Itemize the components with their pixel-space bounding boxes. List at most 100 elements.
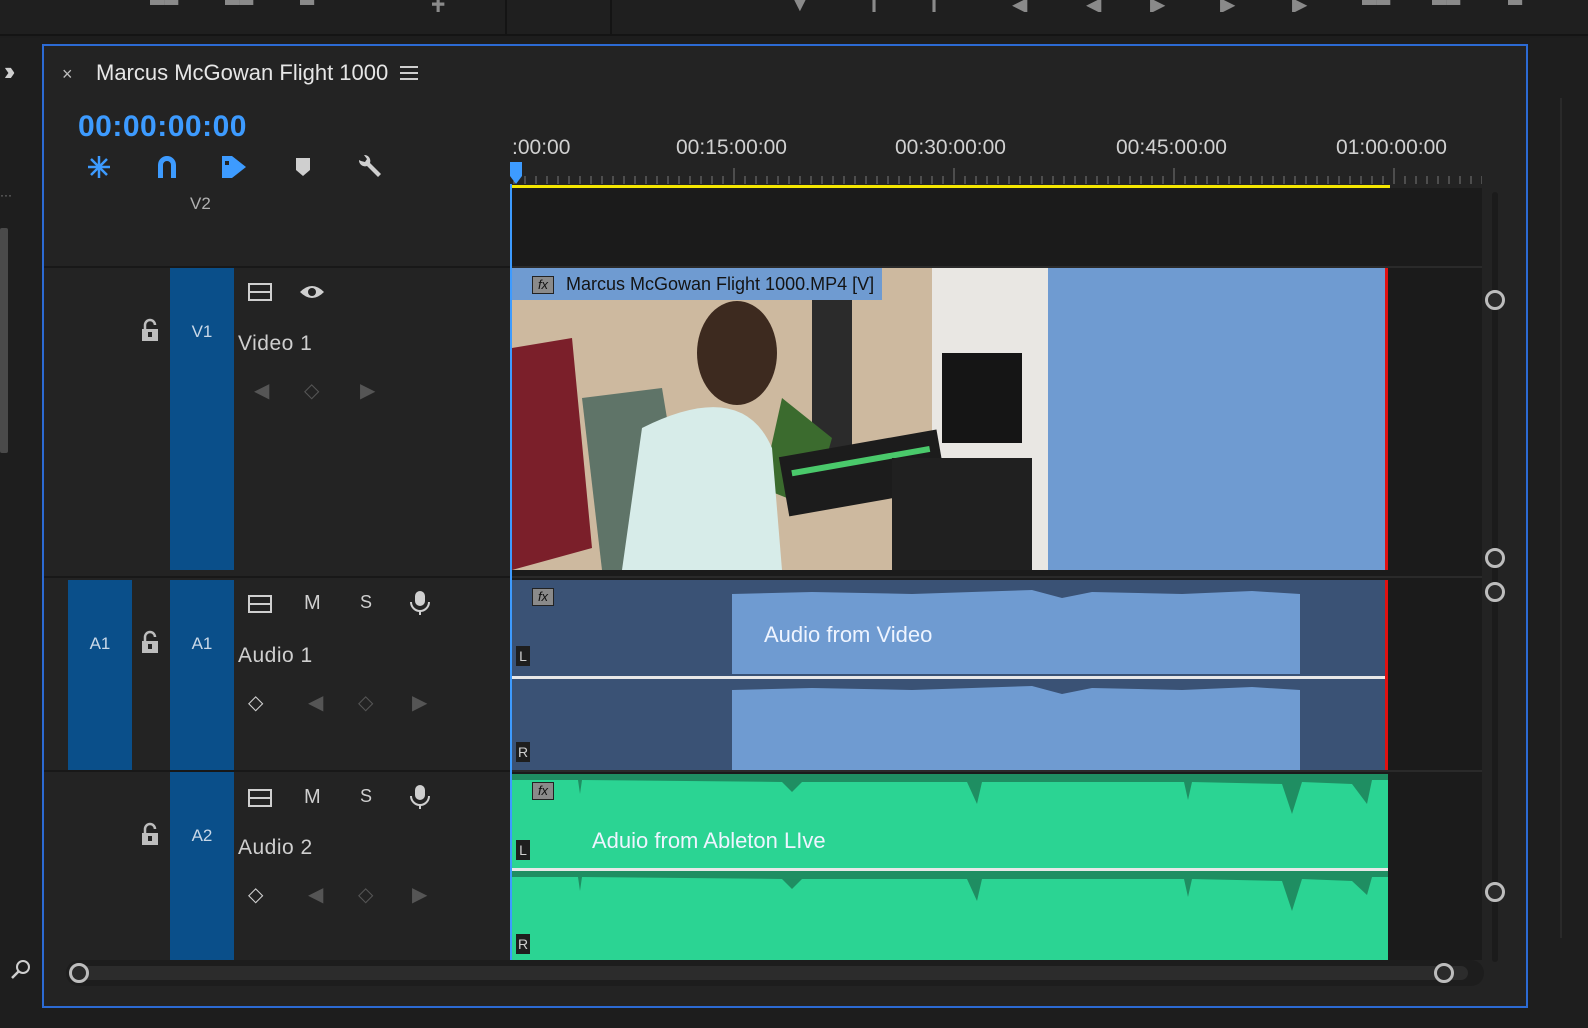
clip-end-marker bbox=[1385, 580, 1388, 770]
playhead-line[interactable] bbox=[510, 184, 512, 960]
video-zoom-handle-bottom[interactable] bbox=[1485, 548, 1505, 568]
sync-lock-icon[interactable] bbox=[246, 278, 274, 306]
left-scrollbar[interactable] bbox=[0, 228, 8, 453]
snap-icon[interactable] bbox=[152, 152, 182, 182]
track-name-audio-2[interactable]: Audio 2 bbox=[238, 836, 313, 860]
marker-icon[interactable]: ▼ bbox=[790, 0, 810, 12]
audio-2-waveform-top bbox=[512, 774, 1388, 814]
step-forward-icon[interactable]: ▶ bbox=[1220, 0, 1240, 12]
scroll-thumb[interactable] bbox=[78, 966, 1468, 980]
keyframe-menu-icon[interactable]: ◇ bbox=[248, 882, 263, 907]
vertical-scrollbar[interactable] bbox=[1485, 192, 1505, 962]
audio-2-clip[interactable]: fx Aduio from Ableton LIve L R bbox=[512, 774, 1388, 960]
ruler-label: 00:45:00:00 bbox=[1116, 136, 1227, 159]
next-keyframe-icon[interactable]: ▶ bbox=[360, 378, 375, 403]
play-icon[interactable]: ▶ bbox=[1150, 0, 1170, 12]
right-panel-strip bbox=[1530, 38, 1588, 1028]
overwrite-icon[interactable]: ▀▀ bbox=[1432, 0, 1472, 12]
scroll-zoom-handle-right[interactable] bbox=[1434, 963, 1454, 983]
export-frame-icon[interactable]: ▀ bbox=[1508, 0, 1538, 12]
right-panel-edge bbox=[1560, 98, 1562, 938]
close-icon[interactable]: × bbox=[62, 64, 73, 85]
audio-zoom-handle-bottom[interactable] bbox=[1485, 882, 1505, 902]
mute-button[interactable]: M bbox=[304, 592, 321, 615]
ruler-label: 00:15:00:00 bbox=[676, 136, 787, 159]
eye-icon[interactable] bbox=[298, 278, 326, 306]
track-divider bbox=[44, 266, 510, 268]
next-keyframe-icon[interactable]: ▶ bbox=[412, 882, 427, 907]
lock-icon[interactable] bbox=[136, 316, 164, 344]
go-to-out-icon[interactable]: ▶ bbox=[1292, 0, 1312, 12]
top-toolbar: ▀▀ ▀▀ ▀ ╋ ▼ ┃ ┃ ◀ ◀ ▶ ▶ ▶ ▀▀ ▀▀ ▀ bbox=[0, 0, 1588, 36]
prev-keyframe-icon[interactable]: ◀ bbox=[308, 882, 323, 907]
next-keyframe-icon[interactable]: ▶ bbox=[412, 690, 427, 715]
mute-button[interactable]: M bbox=[304, 786, 321, 809]
microphone-icon[interactable] bbox=[406, 588, 434, 616]
playhead-handle[interactable] bbox=[510, 162, 522, 184]
toolbar-icon[interactable]: ▀ bbox=[300, 0, 330, 12]
add-keyframe-icon[interactable]: ◇ bbox=[304, 378, 319, 403]
track-name-audio-1[interactable]: Audio 1 bbox=[238, 644, 313, 668]
mark-in-icon[interactable]: ┃ bbox=[868, 0, 880, 12]
playhead-timecode[interactable]: 00:00:00:00 bbox=[78, 110, 247, 144]
video-clip-label: Marcus McGowan Flight 1000.MP4 [V] bbox=[512, 268, 883, 300]
video-frame-image bbox=[512, 268, 1048, 570]
keyframe-menu-icon[interactable]: ◇ bbox=[248, 690, 263, 715]
track-label-v2[interactable]: V2 bbox=[190, 194, 211, 214]
add-marker-icon[interactable] bbox=[288, 152, 318, 182]
left-panel-strip: ›› ··· bbox=[0, 38, 40, 1028]
track-target-a1[interactable]: A1 bbox=[170, 580, 234, 770]
track-divider bbox=[44, 576, 510, 578]
solo-button[interactable]: S bbox=[360, 786, 372, 807]
linked-selection-icon[interactable] bbox=[218, 152, 248, 182]
zoom-icon[interactable] bbox=[10, 958, 32, 980]
expand-panels-icon[interactable]: ›› bbox=[4, 56, 16, 87]
fx-badge[interactable]: fx bbox=[532, 782, 554, 800]
prev-keyframe-icon[interactable]: ◀ bbox=[254, 378, 269, 403]
scroll-zoom-handle-left[interactable] bbox=[69, 963, 89, 983]
ruler-label: :00:00 bbox=[512, 136, 571, 159]
horizontal-scrollbar[interactable] bbox=[66, 960, 1484, 986]
audio-zoom-handle-top[interactable] bbox=[1485, 582, 1505, 602]
solo-button[interactable]: S bbox=[360, 592, 372, 613]
fx-badge[interactable]: fx bbox=[532, 588, 554, 606]
sync-lock-icon[interactable] bbox=[246, 590, 274, 618]
video-clip[interactable]: Marcus McGowan Flight 1000.MP4 [V] fx bbox=[512, 268, 1387, 570]
lock-icon[interactable] bbox=[136, 628, 164, 656]
toolbar-icon[interactable]: ▀▀ bbox=[225, 0, 265, 12]
nest-sequence-icon[interactable] bbox=[84, 152, 114, 182]
track-divider bbox=[512, 770, 1482, 772]
track-content-area[interactable]: Marcus McGowan Flight 1000.MP4 [V] fx fx… bbox=[512, 188, 1482, 960]
insert-icon[interactable]: ▀▀ bbox=[1362, 0, 1402, 12]
track-headers: V2 V1 Video 1 ◀ ◇ ▶ A1 A1 M S Audio 1 ◇ … bbox=[44, 188, 510, 960]
track-target-v1[interactable]: V1 bbox=[170, 268, 234, 570]
add-keyframe-icon[interactable]: ◇ bbox=[358, 882, 373, 907]
lock-icon[interactable] bbox=[136, 820, 164, 848]
microphone-icon[interactable] bbox=[406, 782, 434, 810]
step-back-icon[interactable]: ◀ bbox=[1086, 0, 1106, 12]
source-patch-a1[interactable]: A1 bbox=[68, 580, 132, 770]
track-divider bbox=[44, 770, 510, 772]
sequence-title[interactable]: Marcus McGowan Flight 1000 bbox=[96, 60, 388, 86]
add-icon[interactable]: ╋ bbox=[432, 0, 456, 12]
video-zoom-handle-top[interactable] bbox=[1485, 290, 1505, 310]
more-dots-icon[interactable]: ··· bbox=[0, 188, 12, 202]
go-to-in-icon[interactable]: ◀ bbox=[1012, 0, 1032, 12]
track-name-video-1[interactable]: Video 1 bbox=[238, 332, 312, 356]
ruler-ticks bbox=[513, 168, 1482, 184]
time-ruler[interactable]: :00:00 00:15:00:00 00:30:00:00 00:45:00:… bbox=[512, 124, 1482, 190]
add-keyframe-icon[interactable]: ◇ bbox=[358, 690, 373, 715]
ruler-label: 00:30:00:00 bbox=[895, 136, 1006, 159]
track-target-a2[interactable]: A2 bbox=[170, 772, 234, 960]
panel-menu-icon[interactable] bbox=[400, 66, 418, 80]
toolbar-divider bbox=[505, 0, 507, 36]
ruler-label: 01:00:00:00 bbox=[1336, 136, 1447, 159]
fx-badge[interactable]: fx bbox=[532, 276, 554, 294]
timeline-settings-wrench-icon[interactable] bbox=[354, 152, 384, 182]
mark-out-icon[interactable]: ┃ bbox=[928, 0, 940, 12]
sync-lock-icon[interactable] bbox=[246, 784, 274, 812]
prev-keyframe-icon[interactable]: ◀ bbox=[308, 690, 323, 715]
clip-end-marker bbox=[1385, 268, 1388, 570]
toolbar-icon[interactable]: ▀▀ bbox=[150, 0, 190, 12]
audio-1-clip[interactable]: fx Audio from Video L R bbox=[512, 580, 1387, 770]
